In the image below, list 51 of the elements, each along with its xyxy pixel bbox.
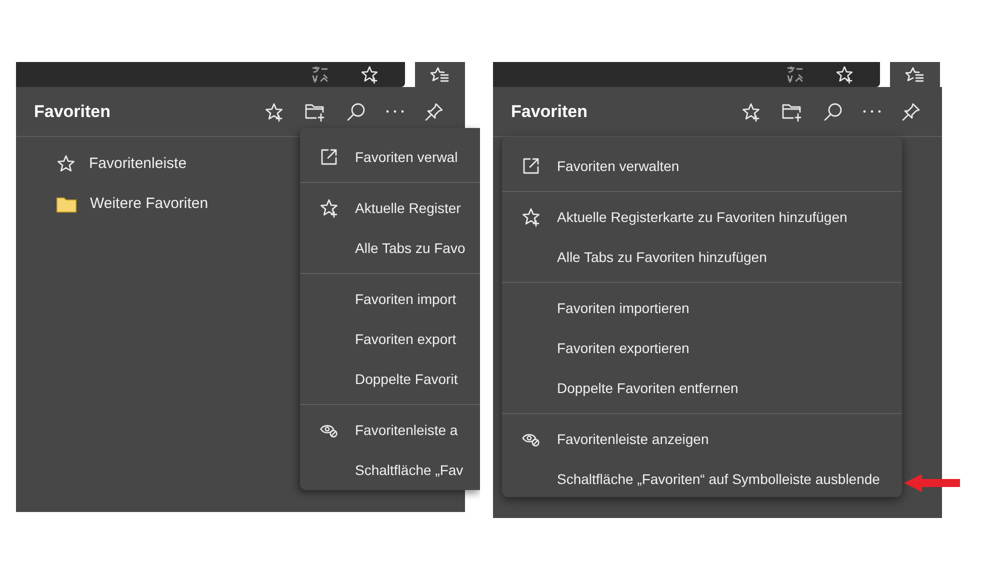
more-icon bbox=[386, 110, 404, 113]
search-icon bbox=[346, 102, 366, 122]
star-icon bbox=[56, 154, 76, 174]
menu-item[interactable]: Alle Tabs zu Favoriten hinzufügen bbox=[502, 237, 902, 277]
menu-item[interactable]: Favoriten export bbox=[300, 319, 480, 359]
menu-item[interactable]: Aktuelle Register bbox=[300, 188, 480, 228]
menu-item[interactable]: Favoritenleiste anzeigen bbox=[502, 419, 902, 459]
external-link-icon bbox=[319, 147, 339, 167]
pin-button[interactable] bbox=[900, 100, 922, 122]
menu-item[interactable]: Favoriten importieren bbox=[502, 288, 902, 328]
external-link-icon bbox=[521, 156, 541, 176]
annotation-arrow bbox=[904, 474, 960, 492]
panel-title: Favoriten bbox=[34, 100, 112, 123]
translate-icon bbox=[310, 64, 330, 84]
star-plus-icon bbox=[741, 102, 761, 122]
search-icon bbox=[823, 102, 843, 122]
more-icon bbox=[863, 110, 881, 113]
favorites-list-icon bbox=[430, 66, 450, 84]
menu-item[interactable]: Alle Tabs zu Favo bbox=[300, 228, 480, 268]
favorites-toolbar-button[interactable] bbox=[890, 62, 940, 87]
search-button[interactable] bbox=[822, 100, 844, 122]
add-favorite-button[interactable] bbox=[740, 100, 762, 122]
menu-item[interactable]: Favoriten exportieren bbox=[502, 328, 902, 368]
pin-button[interactable] bbox=[423, 100, 445, 122]
menu-item[interactable]: Favoriten verwalten bbox=[502, 146, 902, 186]
folder-plus-icon bbox=[304, 102, 326, 122]
more-button[interactable] bbox=[862, 109, 882, 114]
more-button[interactable] bbox=[385, 109, 405, 114]
favorites-list-icon bbox=[905, 66, 925, 84]
add-favorite-button[interactable] bbox=[263, 100, 285, 122]
star-plus-icon bbox=[360, 65, 379, 84]
star-plus-icon bbox=[521, 207, 541, 227]
menu-item[interactable]: Doppelte Favoriten entfernen bbox=[502, 368, 902, 408]
search-button[interactable] bbox=[345, 100, 367, 122]
pin-icon bbox=[424, 102, 444, 122]
menu-item[interactable]: Favoritenleiste a bbox=[300, 410, 480, 450]
star-plus-icon bbox=[319, 198, 339, 218]
star-plus-icon bbox=[835, 65, 854, 84]
menu-item[interactable]: Schaltfläche „Fav bbox=[300, 450, 480, 490]
favorites-toolbar-button[interactable] bbox=[415, 62, 465, 87]
menu-item[interactable]: Favoriten import bbox=[300, 279, 480, 319]
folder-icon bbox=[56, 196, 77, 212]
folder-plus-icon bbox=[781, 102, 803, 122]
star-plus-icon bbox=[264, 102, 284, 122]
menu-item[interactable]: Doppelte Favorit bbox=[300, 359, 480, 399]
menu-item[interactable]: Schaltfläche „Favoriten“ auf Symbolleiste ausblende bbox=[502, 459, 902, 497]
menu-item[interactable]: Favoriten verwal bbox=[300, 137, 480, 177]
pin-icon bbox=[901, 102, 921, 122]
panel-title: Favoriten bbox=[511, 100, 589, 123]
translate-icon bbox=[785, 64, 805, 84]
menu-item[interactable]: Aktuelle Registerkarte zu Favoriten hinzufügen bbox=[502, 197, 902, 237]
